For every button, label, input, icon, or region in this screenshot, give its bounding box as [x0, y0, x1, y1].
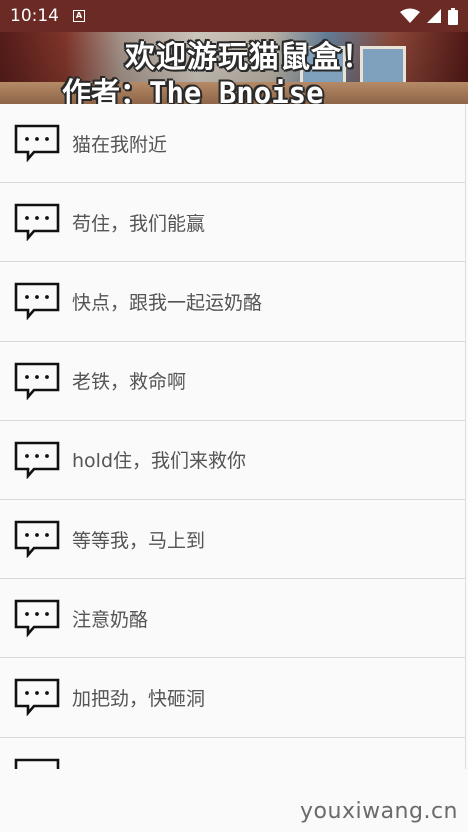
banner-author-text: 作者：The_Bnoise [62, 76, 324, 104]
list-item-label: 老铁，救命啊 [72, 371, 187, 394]
list-item[interactable]: hold住，我们来救你 [0, 421, 465, 500]
welcome-banner: 欢迎游玩猫鼠盒！ 作者：The_Bnoise [0, 32, 468, 104]
message-bubble-icon [14, 441, 60, 479]
list-item-label: 猫在我附近 [72, 133, 168, 156]
message-bubble-icon [14, 679, 60, 717]
list-item[interactable]: 加把劲，快砸洞 [0, 658, 465, 738]
list-item[interactable]: 注意奶酪 [0, 579, 465, 659]
message-bubble-icon [14, 283, 60, 321]
wifi-icon [400, 8, 420, 23]
status-icons [400, 7, 458, 25]
message-bubble-icon [14, 362, 60, 400]
list-item[interactable]: 猫在我附近 [0, 104, 465, 184]
list-item-label: 注意奶酪 [72, 608, 149, 631]
quick-message-list[interactable]: 猫在我附近苟住，我们能赢快点，跟我一起运奶酪 老铁，救命啊 hold住，我们来救你等… [0, 104, 466, 769]
list-item-label: 等等我，马上到 [72, 529, 206, 552]
list-item[interactable]: 快点，跟我一起运奶酪 [0, 262, 465, 342]
message-bubble-icon [14, 758, 60, 769]
list-item[interactable]: 老铁，救命啊 [0, 342, 465, 421]
battery-icon [448, 7, 458, 25]
list-item-label: hold住，我们来救你 [72, 450, 247, 473]
list-item-label: 快点，跟我一起运奶酪 [72, 291, 263, 314]
watermark: youxiwang.cn [300, 799, 458, 824]
list-item-label: 苟住，我们能赢 [72, 212, 206, 235]
list-item[interactable]: 苟住，我们能赢 [0, 183, 465, 263]
notification-badge-icon: A [73, 10, 85, 22]
message-bubble-icon [14, 520, 60, 559]
list-item[interactable] [0, 738, 465, 769]
status-bar: 10:14 A [0, 0, 468, 32]
list-item-label: 加把劲，快砸洞 [72, 687, 206, 710]
message-bubble-icon [14, 599, 60, 638]
list-item[interactable]: 等等我，马上到 [0, 500, 465, 580]
message-bubble-icon [14, 124, 60, 163]
message-bubble-icon [14, 203, 60, 242]
cellular-signal-icon [427, 9, 441, 23]
status-time: 10:14 [10, 6, 59, 26]
